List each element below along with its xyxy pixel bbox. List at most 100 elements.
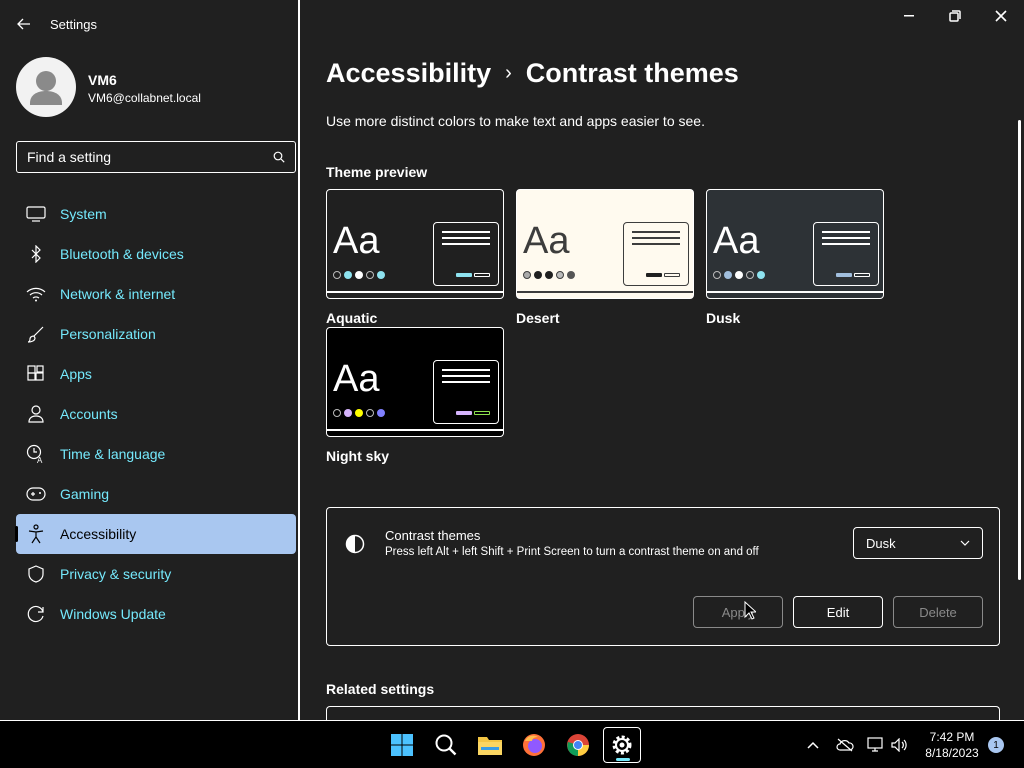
search-box[interactable]: Find a setting <box>16 141 296 173</box>
start-button[interactable] <box>383 727 421 763</box>
theme-card-night-sky[interactable]: Aa <box>326 327 504 437</box>
sidebar-item-label: Bluetooth & devices <box>60 246 184 262</box>
contrast-themes-title: Contrast themes <box>385 528 481 543</box>
back-arrow-icon <box>17 18 30 30</box>
close-button[interactable] <box>978 4 1024 28</box>
taskbar-clock[interactable]: 7:42 PM 8/18/2023 <box>920 729 984 761</box>
sidebar-item-gaming[interactable]: Gaming <box>16 474 296 514</box>
wifi-icon <box>26 284 46 304</box>
person-icon <box>26 404 46 424</box>
gear-icon <box>612 735 632 755</box>
network-tray-button[interactable] <box>866 735 886 755</box>
person-avatar-icon <box>30 71 62 105</box>
mouse-cursor-icon <box>744 601 756 620</box>
chevron-up-icon <box>807 741 819 749</box>
theme-select-dropdown[interactable]: Dusk <box>853 527 983 559</box>
edit-button[interactable]: Edit <box>793 596 883 628</box>
firefox-button[interactable] <box>515 727 553 763</box>
search-input[interactable]: Find a setting <box>27 149 273 165</box>
sidebar-item-label: Apps <box>60 366 92 382</box>
related-settings-heading: Related settings <box>326 681 435 697</box>
monitor-icon <box>26 204 46 224</box>
folder-icon <box>478 737 502 755</box>
taskbar-search-button[interactable] <box>427 727 465 763</box>
apply-button[interactable]: Apply <box>693 596 783 628</box>
restore-icon <box>949 10 961 22</box>
clock-date: 8/18/2023 <box>925 746 979 760</box>
taskbar: 7:42 PM 8/18/2023 1 <box>0 720 1024 768</box>
theme-sample-text: Aa <box>333 358 380 400</box>
user-email: VM6@collabnet.local <box>88 91 201 105</box>
sidebar-item-label: Time & language <box>60 446 166 462</box>
theme-name-night-sky: Night sky <box>326 448 390 464</box>
theme-name-dusk: Dusk <box>706 310 741 326</box>
onedrive-button[interactable] <box>835 735 855 755</box>
sidebar-item-accounts[interactable]: Accounts <box>16 394 296 434</box>
show-hidden-icons-button[interactable] <box>803 735 823 755</box>
sidebar-item-personalization[interactable]: Personalization <box>16 314 296 354</box>
theme-preview-heading: Theme preview <box>326 164 428 180</box>
minimize-button[interactable] <box>886 4 932 28</box>
sidebar-item-label: System <box>60 206 107 222</box>
theme-color-dots <box>523 271 575 279</box>
contrast-themes-subtitle: Press left Alt + left Shift + Print Scre… <box>385 546 759 558</box>
notification-badge[interactable]: 1 <box>988 737 1004 753</box>
sidebar-item-bluetooth[interactable]: Bluetooth & devices <box>16 234 296 274</box>
cloud-offline-icon <box>836 738 854 752</box>
avatar[interactable] <box>16 57 76 117</box>
contrast-icon <box>345 534 365 554</box>
firefox-icon <box>523 734 545 756</box>
chrome-icon <box>567 734 589 756</box>
network-icon <box>867 737 883 752</box>
sidebar-item-label: Network & internet <box>60 286 176 302</box>
theme-sample-text: Aa <box>333 220 380 262</box>
theme-color-dots <box>333 271 385 279</box>
shield-icon <box>26 564 46 584</box>
delete-button[interactable]: Delete <box>893 596 983 628</box>
minimize-icon <box>904 15 914 17</box>
breadcrumb-separator: › <box>505 62 512 84</box>
sidebar-item-time-language[interactable]: A Time & language <box>16 434 296 474</box>
bluetooth-icon <box>26 244 46 264</box>
back-button[interactable] <box>12 12 36 36</box>
volume-tray-button[interactable] <box>890 735 910 755</box>
page-title: Contrast themes <box>525 58 739 88</box>
search-icon <box>273 151 285 163</box>
breadcrumb: Accessibility › Contrast themes <box>326 58 739 89</box>
apps-icon <box>26 364 46 384</box>
sidebar-item-system[interactable]: System <box>16 194 296 234</box>
windows-logo-icon <box>391 734 413 756</box>
sidebar-item-apps[interactable]: Apps <box>16 354 296 394</box>
theme-sample-text: Aa <box>713 220 760 262</box>
user-name: VM6 <box>88 72 117 88</box>
sidebar-item-windows-update[interactable]: Windows Update <box>16 594 296 634</box>
clock-globe-icon: A <box>26 444 46 464</box>
sidebar-item-privacy[interactable]: Privacy & security <box>16 554 296 594</box>
theme-name-aquatic: Aquatic <box>326 310 378 326</box>
theme-card-desert[interactable]: Aa <box>516 189 694 299</box>
nav-list: System Bluetooth & devices Network & int… <box>15 194 296 634</box>
settings-app-button[interactable] <box>603 727 641 763</box>
accessibility-icon <box>26 524 46 544</box>
file-explorer-button[interactable] <box>471 727 509 763</box>
restore-button[interactable] <box>932 4 978 28</box>
theme-name-desert: Desert <box>516 310 560 326</box>
speaker-icon <box>891 738 907 752</box>
chrome-button[interactable] <box>559 727 597 763</box>
sidebar-item-label: Accessibility <box>60 526 137 542</box>
close-icon <box>995 10 1007 22</box>
theme-window-preview <box>813 222 879 286</box>
svg-text:A: A <box>37 456 43 464</box>
update-icon <box>26 604 46 624</box>
theme-card-aquatic[interactable]: Aa <box>326 189 504 299</box>
sidebar: Settings VM6 VM6@collabnet.local Find a … <box>0 0 300 720</box>
scrollbar[interactable] <box>1018 120 1021 580</box>
sidebar-item-label: Personalization <box>60 326 156 342</box>
theme-sample-text: Aa <box>523 220 570 262</box>
sidebar-item-accessibility[interactable]: Accessibility <box>15 514 296 554</box>
app-title: Settings <box>50 17 97 32</box>
theme-card-dusk[interactable]: Aa <box>706 189 884 299</box>
breadcrumb-parent[interactable]: Accessibility <box>326 58 491 89</box>
chevron-down-icon <box>960 540 970 546</box>
sidebar-item-network[interactable]: Network & internet <box>16 274 296 314</box>
